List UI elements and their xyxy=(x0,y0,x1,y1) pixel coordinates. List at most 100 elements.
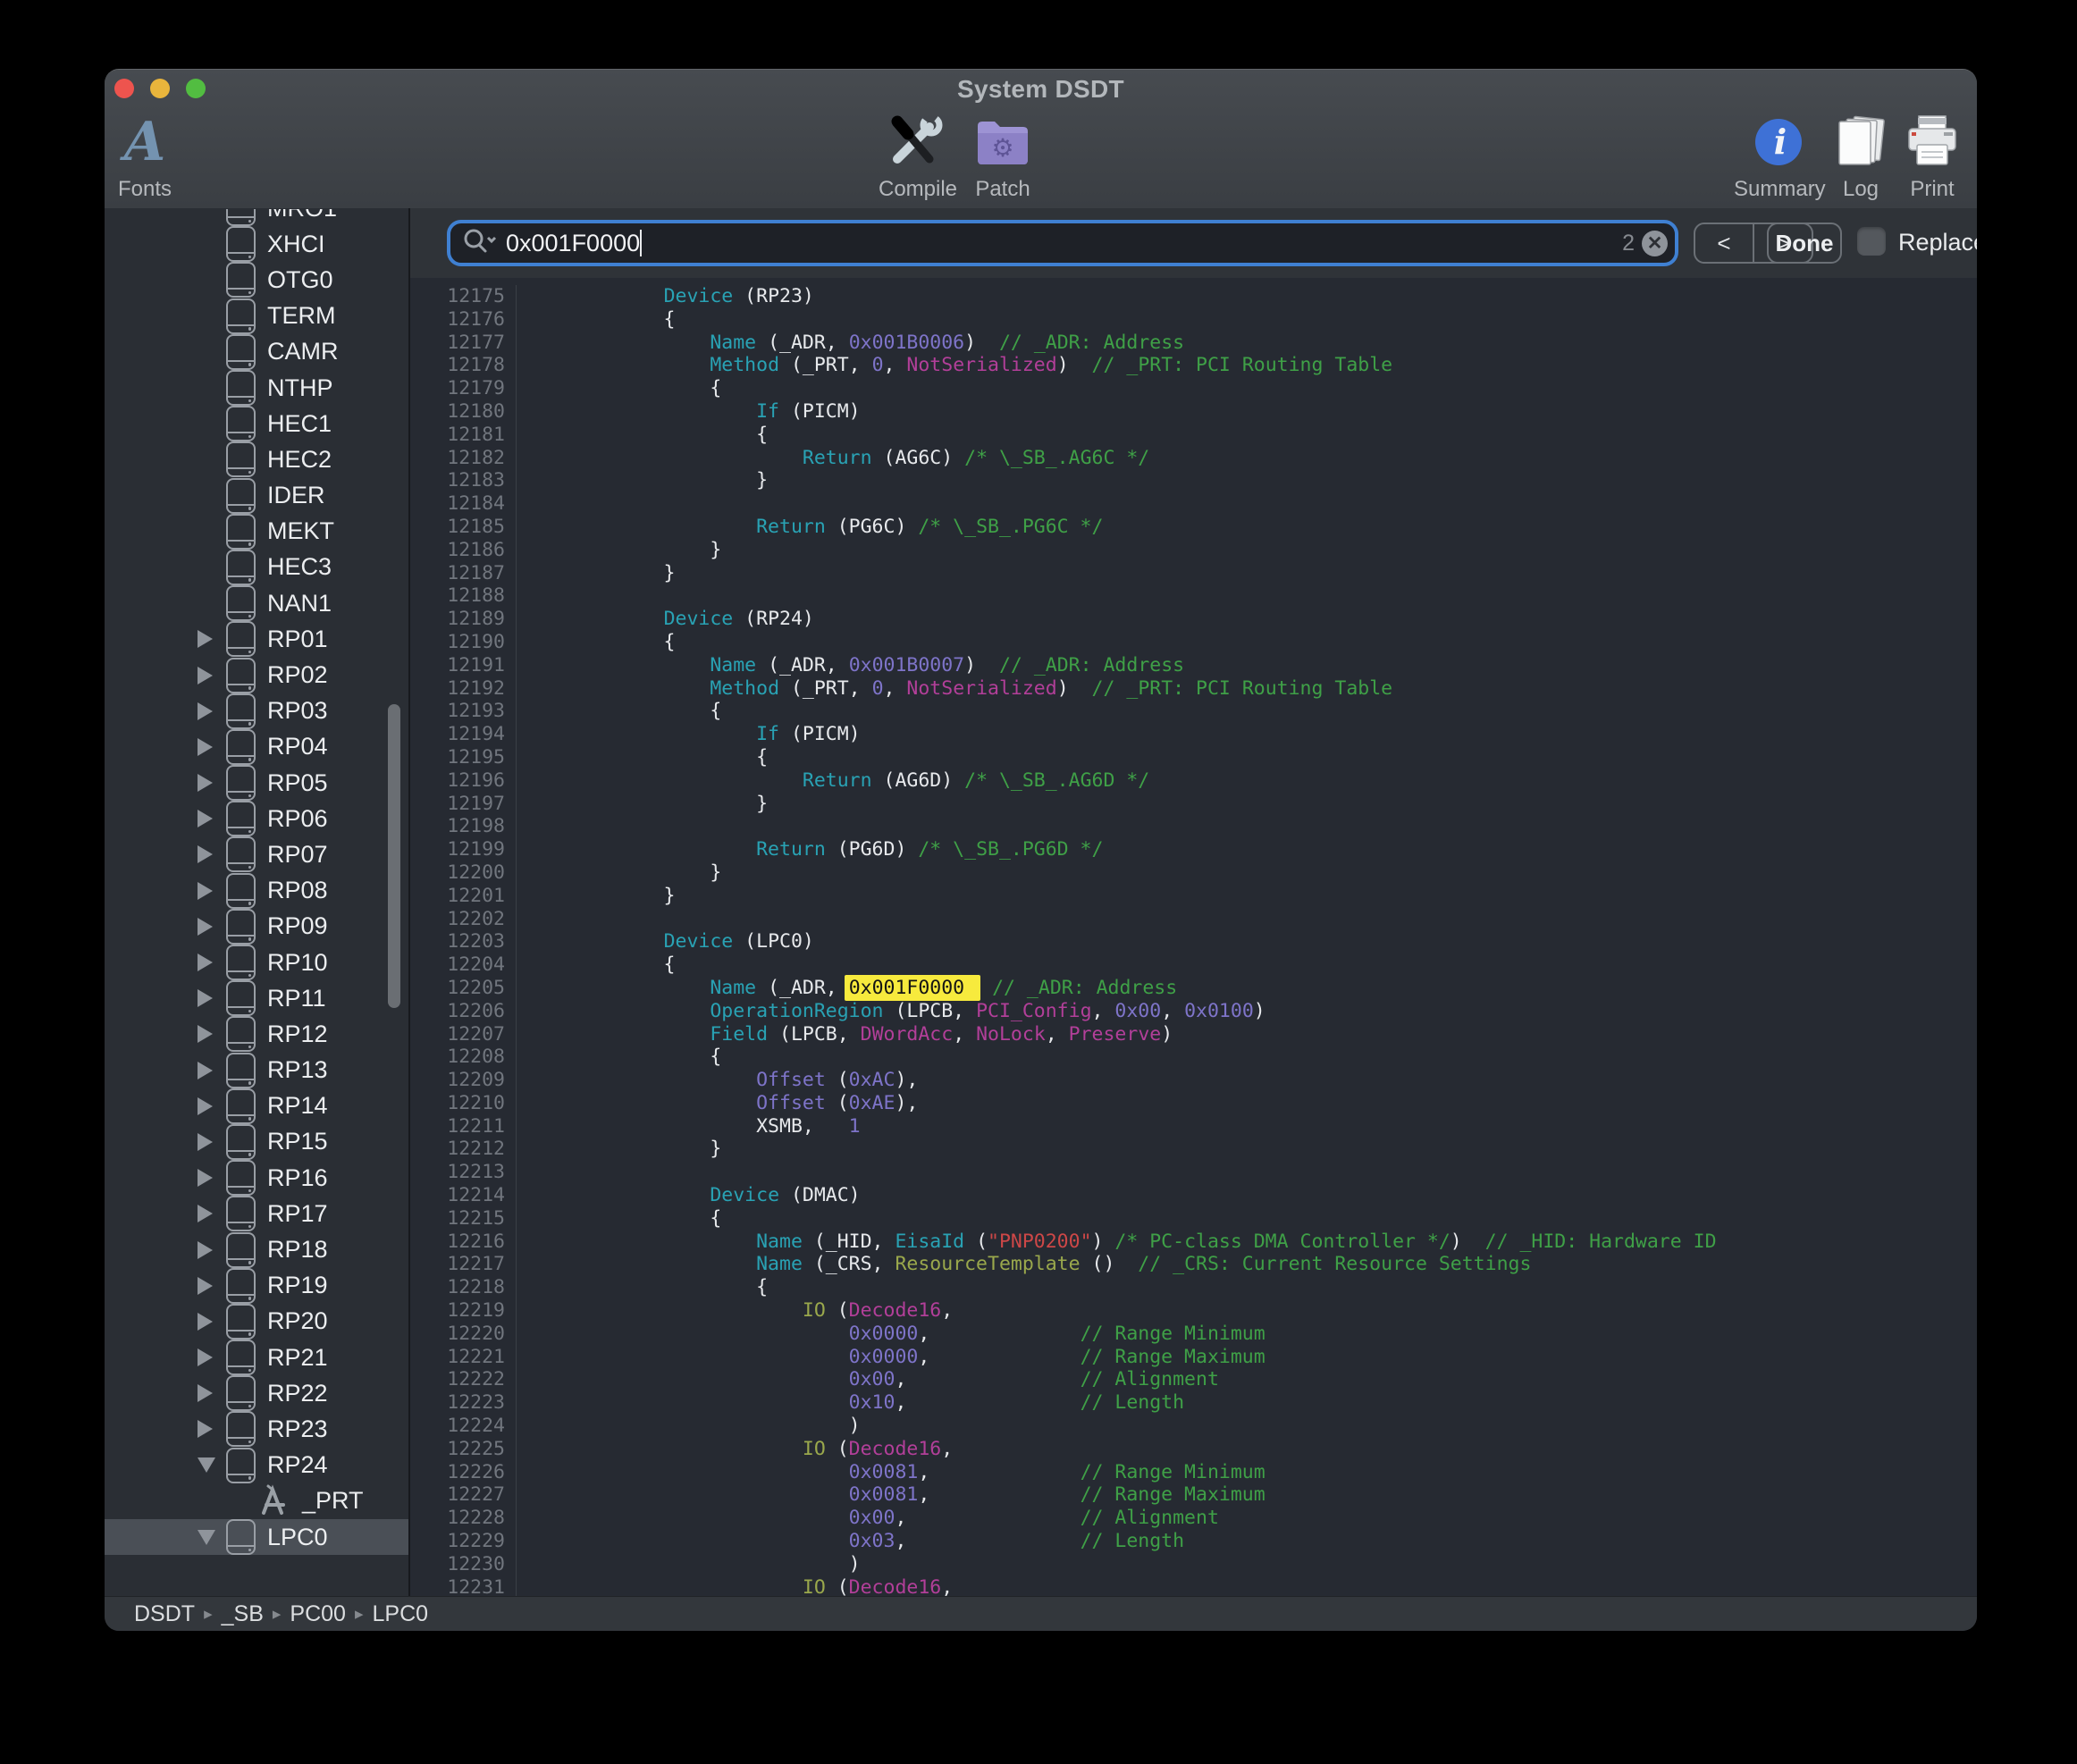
disclosure-triangle-icon[interactable] xyxy=(198,989,226,1007)
code-line: 12179 { xyxy=(410,377,1977,400)
device-icon xyxy=(226,550,256,585)
disclosure-triangle-icon[interactable] xyxy=(198,953,226,971)
tree-item-rp23[interactable]: RP23 xyxy=(105,1411,408,1447)
code-text: Return (PG6C) /* \_SB_.PG6C */ xyxy=(571,516,1103,539)
tree-item-rp01[interactable]: RP01 xyxy=(105,621,408,657)
tree-item-otg0[interactable]: OTG0 xyxy=(105,262,408,298)
tree-item-label: RP07 xyxy=(267,841,328,869)
disclosure-triangle-icon[interactable] xyxy=(198,845,226,863)
disclosure-triangle-icon[interactable] xyxy=(198,1313,226,1331)
tree-item-rp05[interactable]: RP05 xyxy=(105,765,408,801)
tree-item-mekt[interactable]: MEKT xyxy=(105,514,408,550)
tree-item-xhci[interactable]: XHCI xyxy=(105,226,408,262)
disclosure-triangle-icon[interactable] xyxy=(198,1205,226,1222)
tree-item-nthp[interactable]: NTHP xyxy=(105,370,408,406)
code-editor[interactable]: 12175 Device (RP23)12176 {12177 Name (_A… xyxy=(410,278,1977,1597)
disclosure-triangle-icon[interactable] xyxy=(198,1062,226,1079)
disclosure-triangle-icon[interactable] xyxy=(198,774,226,792)
breadcrumb-item-dsdt[interactable]: DSDT xyxy=(134,1601,195,1627)
replace-checkbox[interactable] xyxy=(1857,227,1886,256)
device-tree[interactable]: MRO1XHCIOTG0TERMCAMRNTHPHEC1HEC2IDERMEKT… xyxy=(105,209,408,1555)
tree-item-camr[interactable]: CAMR xyxy=(105,334,408,370)
code-line: 12210 Offset (0xAE), xyxy=(410,1092,1977,1115)
tree-item-rp02[interactable]: RP02 xyxy=(105,657,408,693)
disclosure-triangle-icon[interactable] xyxy=(198,882,226,900)
line-number: 12226 xyxy=(410,1461,517,1484)
tree-item-rp13[interactable]: RP13 xyxy=(105,1053,408,1088)
disclosure-triangle-icon[interactable] xyxy=(198,630,226,648)
disclosure-triangle-icon[interactable] xyxy=(198,738,226,756)
clear-search-icon[interactable]: ✕ xyxy=(1642,231,1668,256)
tree-item-rp15[interactable]: RP15 xyxy=(105,1124,408,1160)
disclosure-triangle-icon[interactable] xyxy=(198,1457,226,1473)
code-line: 12200 } xyxy=(410,861,1977,885)
tree-item-rp18[interactable]: RP18 xyxy=(105,1231,408,1267)
disclosure-triangle-icon[interactable] xyxy=(198,918,226,936)
tree-item-_prt[interactable]: _PRT xyxy=(105,1483,408,1519)
tree-item-rp20[interactable]: RP20 xyxy=(105,1304,408,1340)
breadcrumb-item-_sb[interactable]: _SB xyxy=(222,1601,264,1627)
device-icon xyxy=(226,262,256,298)
tree-item-rp12[interactable]: RP12 xyxy=(105,1016,408,1052)
device-icon xyxy=(226,980,256,1016)
patch-button[interactable]: ⚙ Patch xyxy=(967,109,1038,202)
tree-item-rp24[interactable]: RP24 xyxy=(105,1448,408,1483)
summary-button[interactable]: i Summary xyxy=(1734,109,1823,202)
disclosure-triangle-icon[interactable] xyxy=(198,1097,226,1115)
tree-item-nan1[interactable]: NAN1 xyxy=(105,585,408,621)
tree-item-rp10[interactable]: RP10 xyxy=(105,945,408,980)
disclosure-triangle-icon[interactable] xyxy=(198,702,226,720)
sidebar-scrollbar[interactable] xyxy=(388,704,400,1008)
tree-item-lpc0[interactable]: LPC0 xyxy=(105,1519,408,1555)
disclosure-triangle-icon[interactable] xyxy=(198,810,226,827)
method-icon xyxy=(256,1483,290,1519)
tree-item-hec2[interactable]: HEC2 xyxy=(105,441,408,477)
tree-item-ider[interactable]: IDER xyxy=(105,478,408,514)
disclosure-triangle-icon[interactable] xyxy=(198,1384,226,1402)
tree-item-rp19[interactable]: RP19 xyxy=(105,1268,408,1304)
tree-item-rp04[interactable]: RP04 xyxy=(105,729,408,765)
disclosure-triangle-icon[interactable] xyxy=(198,1530,226,1545)
code-line: 12228 0x00, // Alignment xyxy=(410,1507,1977,1530)
fonts-button[interactable]: A Fonts xyxy=(114,109,176,202)
done-button[interactable]: Done xyxy=(1767,223,1842,264)
tree-item-rp22[interactable]: RP22 xyxy=(105,1375,408,1411)
log-button[interactable]: Log xyxy=(1825,109,1896,202)
tree-item-rp11[interactable]: RP11 xyxy=(105,980,408,1016)
tree-item-rp17[interactable]: RP17 xyxy=(105,1196,408,1231)
disclosure-triangle-icon[interactable] xyxy=(198,1241,226,1259)
tree-item-rp16[interactable]: RP16 xyxy=(105,1160,408,1196)
tree-item-rp14[interactable]: RP14 xyxy=(105,1088,408,1124)
disclosure-triangle-icon[interactable] xyxy=(198,1025,226,1043)
tree-item-rp09[interactable]: RP09 xyxy=(105,909,408,945)
line-number: 12202 xyxy=(410,908,517,931)
search-input[interactable]: 0x001F0000 2 ✕ xyxy=(447,220,1678,266)
disclosure-triangle-icon[interactable] xyxy=(198,1169,226,1187)
tree-item-rp07[interactable]: RP07 xyxy=(105,836,408,872)
disclosure-triangle-icon[interactable] xyxy=(198,1420,226,1438)
tree-item-rp08[interactable]: RP08 xyxy=(105,873,408,909)
tree-item-rp06[interactable]: RP06 xyxy=(105,801,408,836)
code-text: } xyxy=(571,539,721,562)
disclosure-triangle-icon[interactable] xyxy=(198,667,226,685)
disclosure-triangle-icon[interactable] xyxy=(198,1348,226,1366)
print-button[interactable]: Print xyxy=(1896,109,1968,202)
tree-item-rp21[interactable]: RP21 xyxy=(105,1340,408,1375)
tree-item-label: RP16 xyxy=(267,1164,328,1192)
tree-item-rp03[interactable]: RP03 xyxy=(105,693,408,729)
compile-button[interactable]: Compile xyxy=(879,109,950,202)
tree-item-mro1[interactable]: MRO1 xyxy=(105,209,408,226)
find-previous-button[interactable]: < xyxy=(1695,224,1754,262)
tree-item-hec1[interactable]: HEC1 xyxy=(105,406,408,441)
text-caret xyxy=(640,230,642,256)
code-text: If (PICM) xyxy=(571,723,861,746)
breadcrumb-item-pc00[interactable]: PC00 xyxy=(290,1601,346,1627)
tree-item-term[interactable]: TERM xyxy=(105,298,408,334)
breadcrumb-item-lpc0[interactable]: LPC0 xyxy=(373,1601,429,1627)
disclosure-triangle-icon[interactable] xyxy=(198,1277,226,1295)
device-icon xyxy=(226,1088,256,1124)
disclosure-triangle-icon[interactable] xyxy=(198,1133,226,1151)
line-number: 12192 xyxy=(410,677,517,701)
code-line: 12176 { xyxy=(410,308,1977,332)
tree-item-hec3[interactable]: HEC3 xyxy=(105,550,408,585)
